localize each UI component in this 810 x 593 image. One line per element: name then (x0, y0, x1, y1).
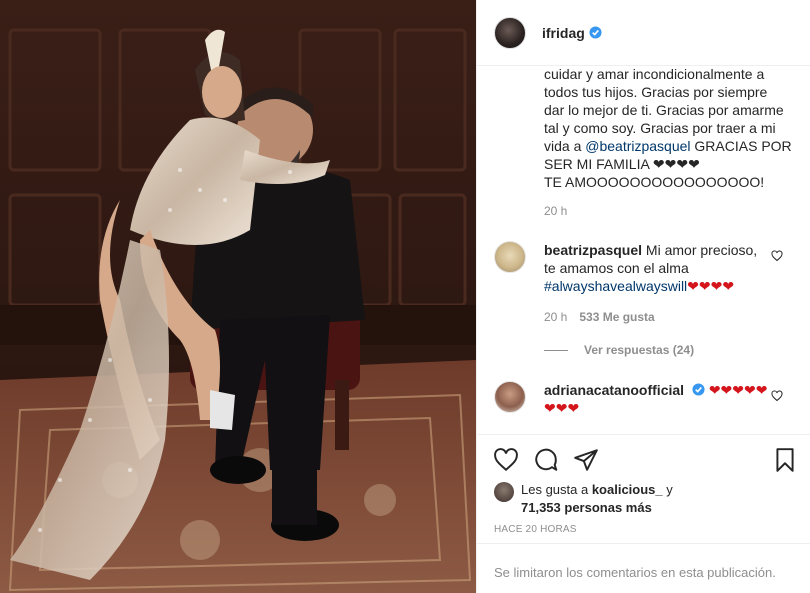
post-photo-image (0, 0, 476, 593)
comment-likes[interactable]: 533 Me gusta (579, 310, 654, 324)
likes-text[interactable]: Les gusta a koalicious_ y 71,353 persona… (521, 481, 673, 517)
liker-avatar[interactable] (494, 482, 514, 502)
post-photo[interactable] (0, 0, 476, 593)
post-caption: cuidar y amar incondicionalmente a todos… (544, 67, 792, 190)
comment-text: beatrizpasquel Mi amor precioso, te amam… (544, 242, 758, 294)
comment-meta: 20 h 533 Me gusta (544, 310, 655, 324)
likes-summary[interactable]: Les gusta a koalicious_ y 71,353 persona… (494, 481, 794, 517)
post-side-panel: ifridag cuidar y amar incondicionalmente… (476, 0, 810, 593)
share-icon[interactable] (573, 447, 599, 473)
comments-limited-notice: Se limitaron los comentarios en esta pub… (477, 543, 810, 593)
caption-mention-link[interactable]: @beatrizpasquel (585, 138, 690, 154)
comment-time[interactable]: 20 h (544, 310, 567, 324)
comment-avatar[interactable] (494, 381, 526, 413)
comment-avatar[interactable] (494, 241, 526, 273)
verified-icon (692, 383, 705, 396)
author-avatar[interactable] (494, 16, 526, 49)
liker-username[interactable]: koalicious_ (592, 482, 663, 497)
bookmark-icon[interactable] (772, 447, 798, 473)
replies-divider (544, 349, 568, 351)
comment-hashtag-link[interactable]: #alwayshavealwayswill (544, 278, 687, 294)
verified-icon (589, 25, 602, 39)
comment-like-heart-icon[interactable] (771, 390, 783, 402)
comment-text: adrianacatanoofficial ❤❤❤❤❤ ❤❤❤ (544, 382, 768, 416)
post-header: ifridag (477, 0, 810, 66)
caption-timestamp[interactable]: 20 h (544, 204, 567, 218)
post-timestamp[interactable]: HACE 20 HORAS (494, 524, 577, 535)
author-username[interactable]: ifridag (542, 25, 602, 41)
action-bar (477, 434, 810, 486)
comments-list[interactable]: cuidar y amar incondicionalmente a todos… (477, 67, 810, 434)
likes-count[interactable]: 71,353 personas más (521, 500, 652, 515)
comment-icon[interactable] (533, 447, 559, 473)
comment-like-heart-icon[interactable] (771, 250, 783, 262)
instagram-post-view: ifridag cuidar y amar incondicionalmente… (0, 0, 810, 593)
heart-icon[interactable] (493, 447, 519, 473)
comment-username[interactable]: beatrizpasquel (544, 242, 642, 258)
view-replies-button[interactable]: Ver respuestas (24) (544, 343, 694, 357)
comment-username[interactable]: adrianacatanoofficial (544, 382, 684, 398)
